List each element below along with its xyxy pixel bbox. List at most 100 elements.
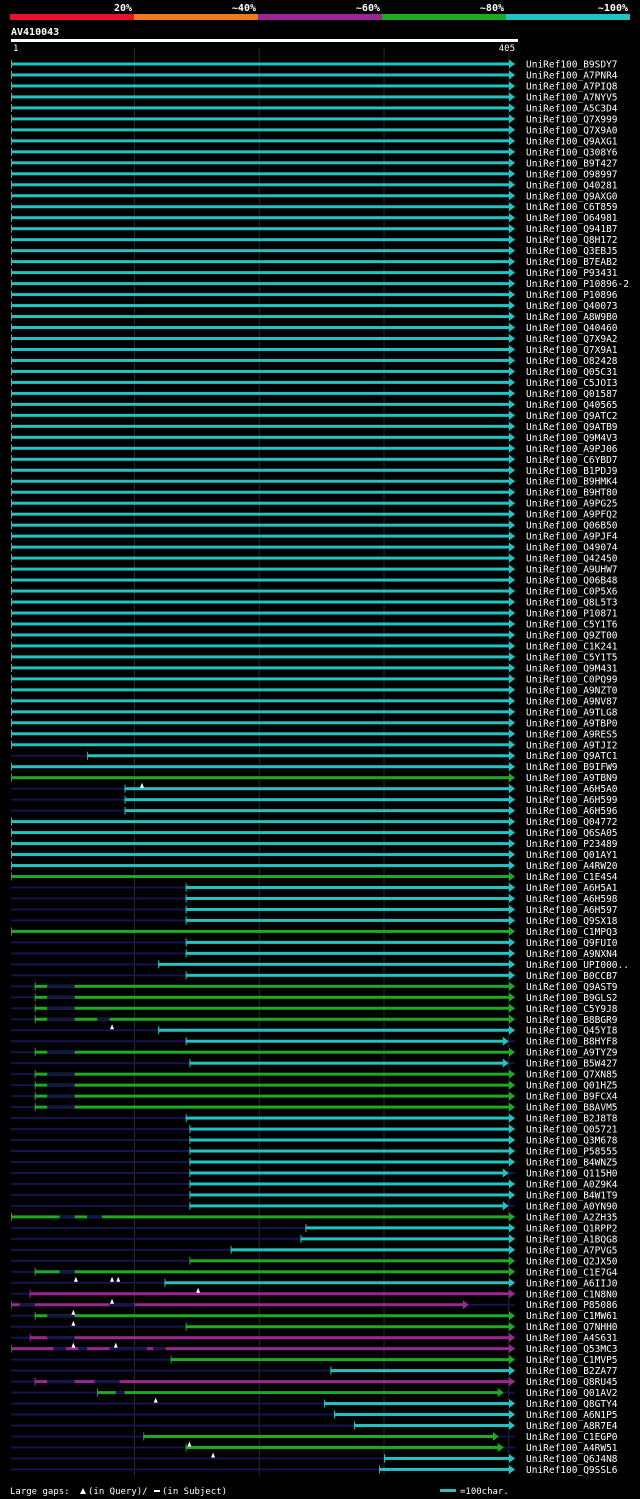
hit-start-tick xyxy=(11,696,12,705)
hit-start-tick xyxy=(34,1048,36,1057)
hit-start-tick xyxy=(11,554,12,563)
row-label: UniRef100_Q8RU45 xyxy=(526,1377,618,1388)
hit-bar xyxy=(189,1138,510,1142)
row-label: UniRef100_P23489 xyxy=(526,839,618,850)
hit-bar xyxy=(11,556,510,560)
row-label: UniRef100_C1MW61 xyxy=(526,1311,618,1322)
row-label: UniRef100_B9SDY7 xyxy=(526,60,618,71)
row-label: UniRef100_B8BGR9 xyxy=(526,1015,618,1026)
hit-start-tick xyxy=(11,1212,12,1221)
subject-gap xyxy=(115,1391,125,1395)
hit-bar xyxy=(384,1456,510,1460)
hit-bar xyxy=(305,1226,510,1230)
hit-bar xyxy=(11,633,510,637)
hit-start-tick xyxy=(29,1289,31,1298)
subject-gap xyxy=(94,1380,120,1384)
row-label: UniRef100_A6H596 xyxy=(526,806,618,817)
row-label: UniRef100_A4S631 xyxy=(526,1333,618,1344)
hit-start-tick xyxy=(11,400,12,409)
hit-bar xyxy=(143,1435,494,1438)
row-label: UniRef100_A7NYV5 xyxy=(526,92,618,103)
hit-start-tick xyxy=(11,257,12,266)
hit-start-tick xyxy=(11,378,12,387)
hit-bar xyxy=(124,809,510,813)
row-label: UniRef100_Q9M4V3 xyxy=(526,433,618,444)
hit-start-tick xyxy=(124,795,126,804)
subject-gap xyxy=(153,1347,166,1351)
hit-start-tick xyxy=(185,949,187,958)
hit-start-tick xyxy=(185,916,187,925)
alignment-overview: 20% ~40% ~60% ~80% ~100% AV410043 1 405 UniR… xyxy=(0,0,640,1499)
row-label: UniRef100_B4WNZ5 xyxy=(526,1158,618,1169)
hit-start-tick xyxy=(34,1267,36,1276)
hit-start-tick xyxy=(185,938,187,947)
legend-swatch-1 xyxy=(10,14,134,20)
row-label: UniRef100_Q42450 xyxy=(526,554,618,565)
row-label: UniRef100_Q40565 xyxy=(526,400,618,411)
hit-bar xyxy=(11,545,510,549)
row-label: UniRef100_A9NZT0 xyxy=(526,685,618,696)
hit-start-tick xyxy=(189,1136,191,1145)
hit-start-tick xyxy=(384,1454,386,1463)
hit-bar xyxy=(29,1292,511,1296)
hit-bar xyxy=(11,468,510,472)
hit-bar xyxy=(11,304,510,308)
hit-start-tick xyxy=(34,1092,36,1101)
hit-bar xyxy=(11,413,510,417)
subject-gap xyxy=(47,984,75,988)
hit-start-tick xyxy=(11,81,12,90)
row-label: UniRef100_A7PVG5 xyxy=(526,1245,618,1256)
hit-start-tick xyxy=(305,1223,307,1232)
hit-start-tick xyxy=(11,70,12,79)
hit-bar xyxy=(189,1204,504,1208)
hit-bar xyxy=(11,929,510,933)
legend-swatch-2 xyxy=(134,14,258,20)
row-label: UniRef100_A6H5A1 xyxy=(526,883,618,894)
hit-start-tick xyxy=(11,1344,12,1353)
hit-bar xyxy=(11,205,510,209)
hit-start-tick xyxy=(11,543,12,552)
row-label: UniRef100_O49074 xyxy=(526,543,618,554)
row-label: UniRef100_Q05C31 xyxy=(526,367,618,378)
subject-gap xyxy=(19,1303,35,1307)
hit-bar xyxy=(11,842,510,846)
subject-gap xyxy=(53,1347,66,1351)
hit-start-tick xyxy=(124,784,126,793)
row-label: UniRef100_Q40073 xyxy=(526,301,618,312)
hit-bar xyxy=(11,523,510,527)
subject-gap xyxy=(97,1017,110,1021)
hit-bar xyxy=(11,820,510,824)
hit-start-tick xyxy=(11,674,12,683)
row-label: UniRef100_P93431 xyxy=(526,268,618,279)
hit-start-tick xyxy=(34,1070,36,1079)
hit-bar xyxy=(11,688,510,692)
hit-bar xyxy=(185,1445,499,1449)
hit-bar xyxy=(11,853,510,857)
hit-bar xyxy=(11,600,510,604)
gaps-prefix: Large gaps: xyxy=(10,1487,70,1497)
hit-start-tick xyxy=(189,1190,191,1199)
row-label: UniRef100_A0Z9K4 xyxy=(526,1179,618,1190)
hit-bar xyxy=(11,347,510,351)
subject-gap xyxy=(47,1336,75,1340)
hit-start-tick xyxy=(97,1388,99,1397)
hit-start-tick xyxy=(11,411,12,420)
hit-start-tick xyxy=(11,92,12,101)
hit-start-tick xyxy=(189,1201,191,1210)
row-label: UniRef100_A5C3D4 xyxy=(526,103,618,114)
subject-gap xyxy=(47,1314,75,1318)
row-label: UniRef100_C5Y1T6 xyxy=(526,619,618,630)
gaps-in-subject: (in Subject) xyxy=(162,1487,227,1497)
row-label: UniRef100_B9HT80 xyxy=(526,488,618,499)
hit-start-tick xyxy=(11,279,12,288)
hit-start-tick xyxy=(11,147,12,156)
hit-start-tick xyxy=(11,136,12,145)
row-label: UniRef100_Q9SX18 xyxy=(526,916,618,927)
hit-start-tick xyxy=(34,982,36,991)
hit-start-tick xyxy=(11,532,12,541)
hit-start-tick xyxy=(11,301,12,310)
hit-start-tick xyxy=(189,1179,191,1188)
row-label: UniRef100_Q308Y6 xyxy=(526,147,618,158)
row-label: UniRef100_B9FCX4 xyxy=(526,1092,618,1103)
hit-start-tick xyxy=(185,1037,187,1046)
